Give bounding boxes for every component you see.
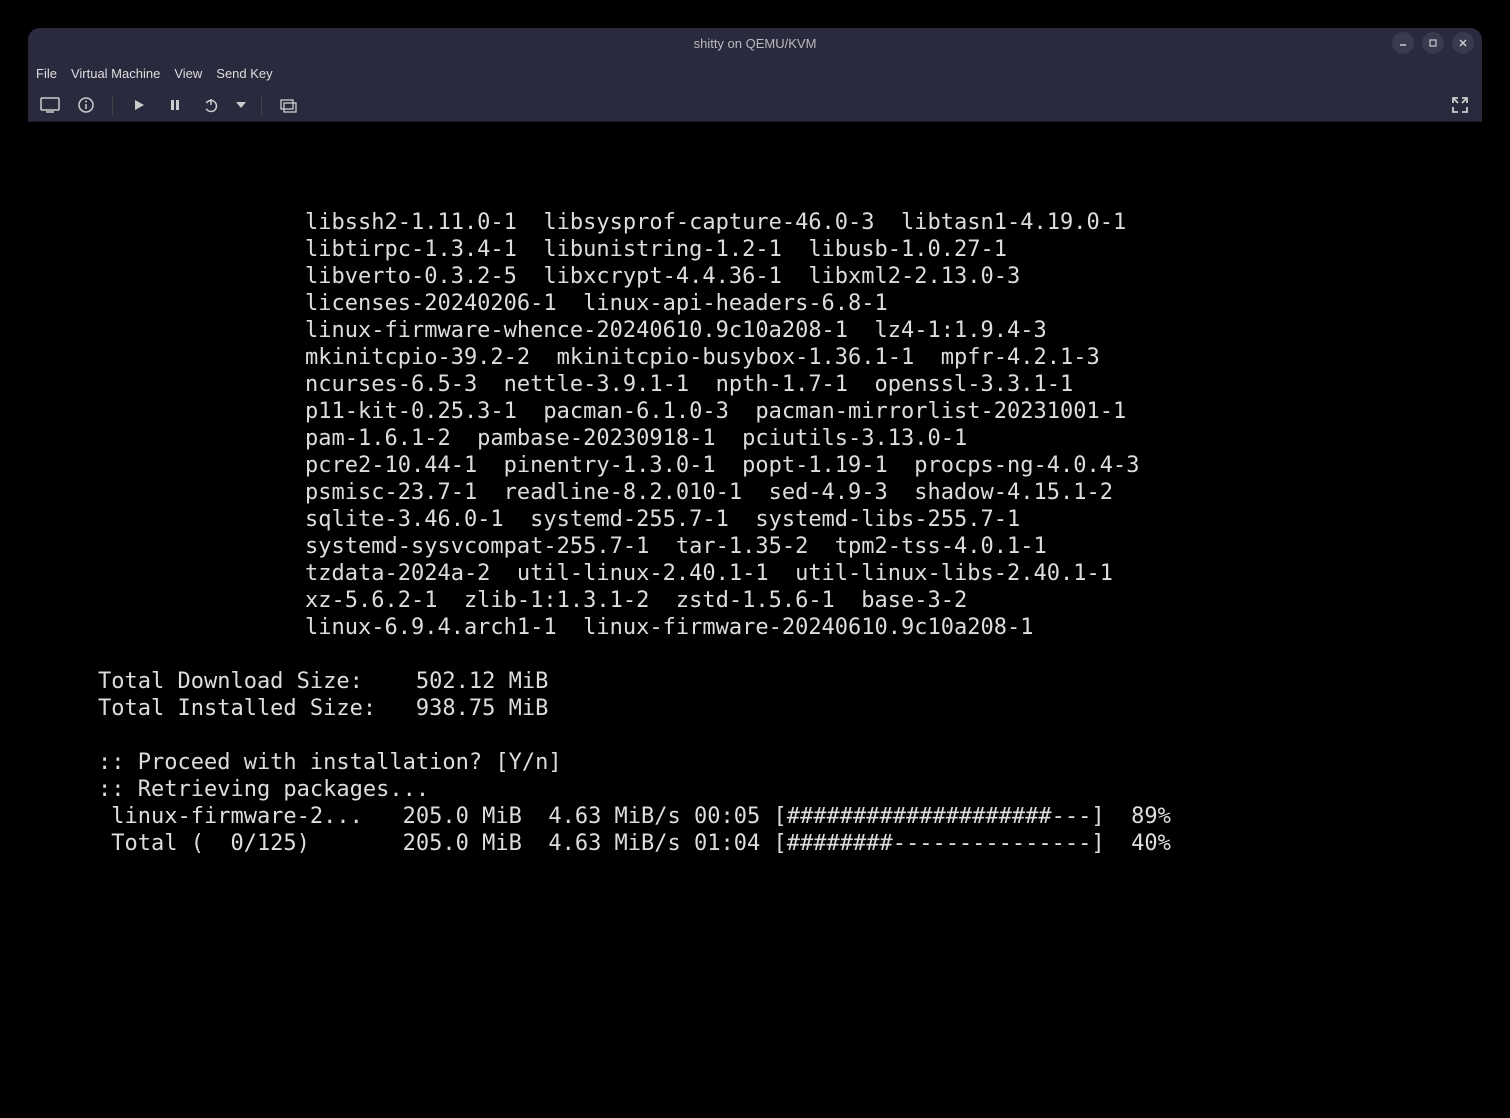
menu-send-key[interactable]: Send Key <box>216 66 272 81</box>
close-button[interactable] <box>1452 32 1474 54</box>
proceed-prompt: :: Proceed with installation? [Y/n] <box>98 750 562 775</box>
fullscreen-icon[interactable] <box>1446 91 1474 119</box>
pause-icon[interactable] <box>161 91 189 119</box>
menu-virtual-machine[interactable]: Virtual Machine <box>71 66 160 81</box>
window-controls <box>1392 32 1474 54</box>
minimize-button[interactable] <box>1392 32 1414 54</box>
window-title: shitty on QEMU/KVM <box>694 36 817 51</box>
menu-file[interactable]: File <box>36 66 57 81</box>
titlebar: shitty on QEMU/KVM <box>28 28 1482 58</box>
power-icon[interactable] <box>197 91 225 119</box>
package-list: libssh2-1.11.0-1 libsysprof-capture-46.0… <box>98 209 1412 641</box>
vm-window: shitty on QEMU/KVM File Virtual Machine … <box>28 28 1482 122</box>
terminal-output[interactable]: libssh2-1.11.0-1 libsysprof-capture-46.0… <box>28 122 1482 1118</box>
menu-view[interactable]: View <box>174 66 202 81</box>
toolbar-separator <box>112 95 113 115</box>
retrieve-line: :: Retrieving packages... <box>98 777 429 802</box>
download-size-line: Total Download Size: 502.12 MiB <box>98 669 548 694</box>
snapshot-icon[interactable] <box>274 91 302 119</box>
progress-line-2: Total ( 0/125) 205.0 MiB 4.63 MiB/s 01:0… <box>98 831 1171 856</box>
play-icon[interactable] <box>125 91 153 119</box>
toolbar <box>28 88 1482 122</box>
progress-line-1: linux-firmware-2... 205.0 MiB 4.63 MiB/s… <box>98 804 1171 829</box>
info-icon[interactable] <box>72 91 100 119</box>
maximize-button[interactable] <box>1422 32 1444 54</box>
console-icon[interactable] <box>36 91 64 119</box>
installed-size-line: Total Installed Size: 938.75 MiB <box>98 696 548 721</box>
dropdown-icon[interactable] <box>233 91 249 119</box>
toolbar-separator <box>261 95 262 115</box>
menubar: File Virtual Machine View Send Key <box>28 58 1482 88</box>
